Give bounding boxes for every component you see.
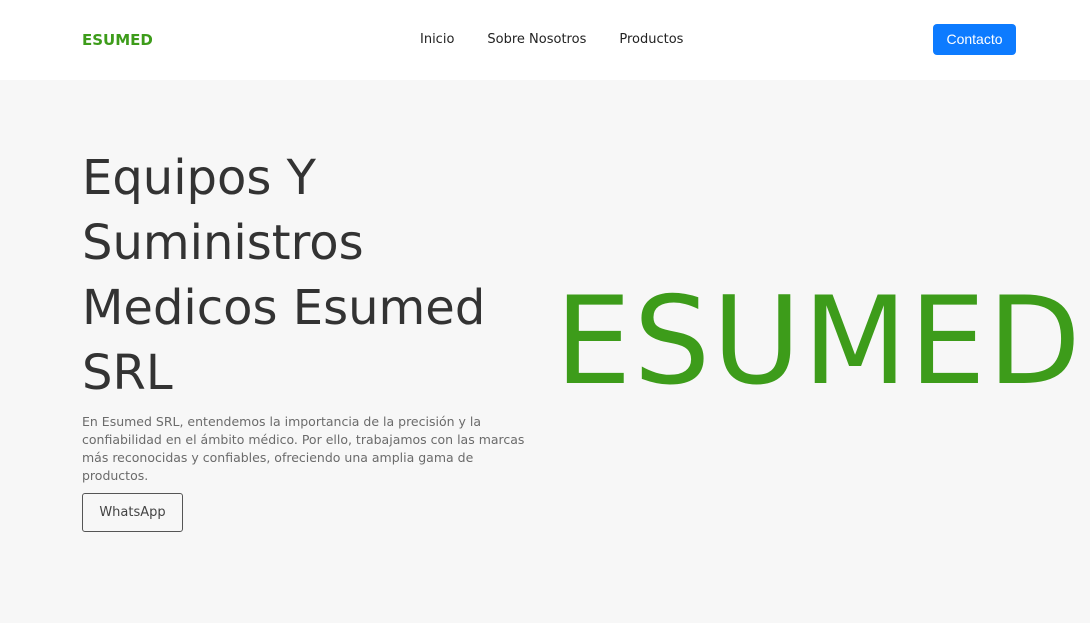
hero-logo-text: ESUMED <box>555 271 1083 412</box>
contact-button[interactable]: Contacto <box>933 24 1016 55</box>
brand-logo-link[interactable]: ESUMED <box>82 30 153 50</box>
site-header: ESUMED Inicio Sobre Nosotros Productos C… <box>0 0 1090 80</box>
main-nav: Inicio Sobre Nosotros Productos <box>420 30 716 50</box>
nav-item-productos[interactable]: Productos <box>619 30 683 50</box>
nav-item-inicio[interactable]: Inicio <box>420 30 454 50</box>
hero-title: Equipos Y Suministros Medicos Esumed SRL <box>82 150 486 401</box>
whatsapp-button[interactable]: WhatsApp <box>82 493 183 532</box>
nav-item-sobre-nosotros[interactable]: Sobre Nosotros <box>487 30 586 50</box>
hero-description: En Esumed SRL, entendemos la importancia… <box>82 414 525 483</box>
